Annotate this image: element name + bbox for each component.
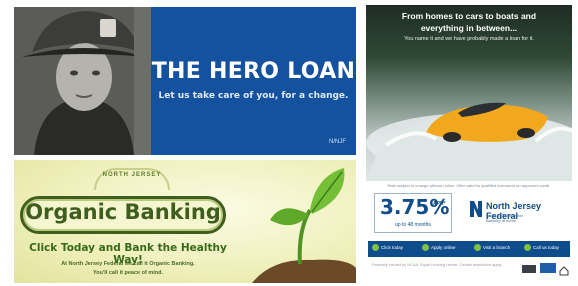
firefighter-photo — [14, 7, 151, 155]
organic-title: Organic Banking — [25, 200, 221, 224]
ncua-logo — [540, 263, 556, 273]
equal-housing-logo — [522, 265, 536, 273]
laptop-icon — [422, 244, 429, 251]
badge-text: NORTH JERSEY — [102, 172, 162, 178]
rate-apr-label: APR* — [433, 201, 446, 207]
bar-item-1[interactable]: Click today — [381, 245, 403, 250]
organic-banking-banner[interactable]: NORTH JERSEY Organic Banking Click Today… — [14, 160, 356, 283]
branch-icon — [474, 244, 481, 251]
hero-text-panel: THE HERO LOAN Let us take care of you, f… — [151, 7, 356, 155]
bar-item-3[interactable]: Visit a branch — [483, 245, 510, 250]
mouse-icon — [372, 244, 379, 251]
hero-loan-banner[interactable]: THE HERO LOAN Let us take care of you, f… — [14, 7, 356, 155]
car-photo: From homes to cars to boats and everythi… — [366, 5, 572, 181]
hero-title: THE HERO LOAN — [151, 59, 356, 84]
bar-item-4[interactable]: Call us today — [533, 245, 559, 250]
house-icon — [559, 263, 569, 276]
organic-fine-print-1: At North Jersey Federal we call it Organ… — [61, 261, 195, 267]
car-loan-ad[interactable]: From homes to cars to boats and everythi… — [366, 5, 572, 283]
phone-icon — [524, 244, 531, 251]
njf-logo-icon — [470, 201, 482, 217]
organic-fine-print-2: You'll call it peace of mind. — [93, 270, 163, 276]
bar-item-2[interactable]: Apply online — [431, 245, 456, 250]
sprout-icon — [252, 160, 356, 283]
car-tagline: You name it and we have probably made a … — [404, 36, 534, 42]
hero-logo: N/NJF — [329, 139, 346, 145]
brand-subtitle-2: Banking at home — [486, 218, 517, 223]
car-headline-2: everything in between... — [420, 23, 518, 33]
car-fine-print: Rate subject to change without notice. O… — [387, 183, 551, 188]
rate-term: up to 48 months — [395, 222, 431, 228]
rate-value: 3.75% — [380, 195, 450, 219]
car-headline-1: From homes to cars to boats and — [401, 11, 537, 21]
hero-subtitle: Let us take care of you, for a change. — [158, 91, 349, 101]
footer-fine-print: Federally insured by NCUA. Equal Housing… — [372, 263, 503, 267]
